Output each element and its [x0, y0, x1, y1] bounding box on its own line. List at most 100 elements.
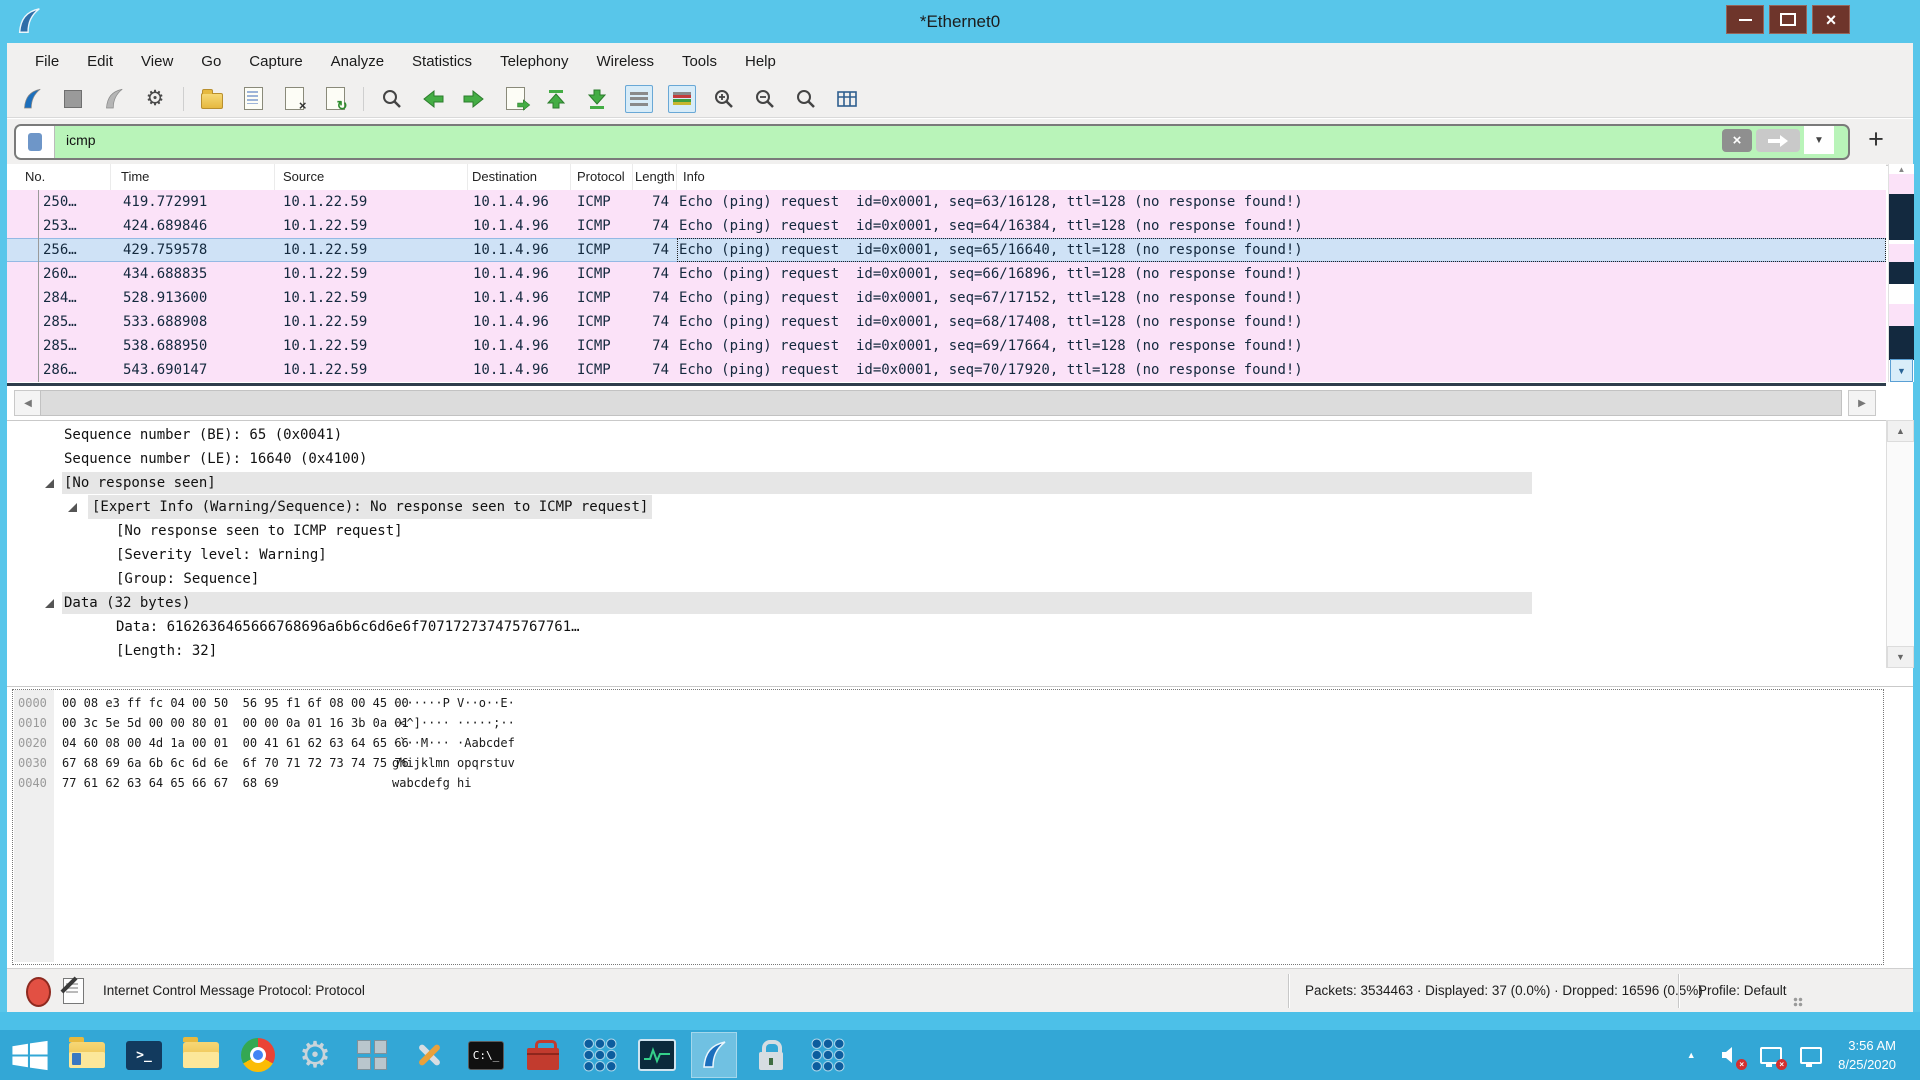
expert-info-icon[interactable]: [26, 977, 51, 1007]
colorize-packets-icon[interactable]: [668, 85, 696, 113]
previous-packet-icon[interactable]: [420, 86, 446, 112]
scroll-up-icon[interactable]: ▲: [1889, 165, 1914, 174]
zoom-out-icon[interactable]: [752, 86, 778, 112]
start-capture-icon[interactable]: [19, 86, 45, 112]
menu-statistics[interactable]: Statistics: [398, 43, 486, 80]
detail-line[interactable]: Sequence number (LE): 16640 (0x4100): [7, 447, 1886, 471]
scroll-down-icon[interactable]: ▼: [1890, 359, 1913, 382]
column-header-length[interactable]: Length: [633, 164, 677, 190]
add-filter-button[interactable]: +: [1859, 122, 1893, 156]
menu-view[interactable]: View: [127, 43, 187, 80]
column-header-source[interactable]: Source: [275, 164, 468, 190]
next-packet-icon[interactable]: [461, 86, 487, 112]
packet-list-scrollbar[interactable]: ▲ ▼: [1888, 164, 1914, 382]
packet-row[interactable]: 250…419.77299110.1.22.5910.1.4.96ICMP74E…: [7, 190, 1886, 214]
packet-row[interactable]: 285…538.68895010.1.22.5910.1.4.96ICMP74E…: [7, 334, 1886, 358]
taskbar-lock-app-icon[interactable]: [749, 1033, 793, 1077]
maximize-button[interactable]: [1769, 5, 1807, 34]
packet-row[interactable]: 256…429.75957810.1.22.5910.1.4.96ICMP74E…: [7, 238, 1886, 262]
restart-capture-icon[interactable]: [101, 86, 127, 112]
packet-row[interactable]: 285…533.68890810.1.22.5910.1.4.96ICMP74E…: [7, 310, 1886, 334]
expander-icon[interactable]: [45, 599, 54, 608]
column-header-time[interactable]: Time: [111, 164, 275, 190]
detail-line[interactable]: Data: 6162636465666768696a6b6c6d6e6f7071…: [7, 615, 1886, 639]
expander-icon[interactable]: [45, 479, 54, 488]
resize-columns-icon[interactable]: [834, 86, 860, 112]
stop-capture-icon[interactable]: [60, 86, 86, 112]
find-packet-icon[interactable]: [379, 86, 405, 112]
column-header-destination[interactable]: Destination: [468, 164, 571, 190]
close-button[interactable]: ×: [1812, 5, 1850, 34]
filter-bookmark-icon[interactable]: [16, 126, 55, 158]
taskbar-app-grid-2-icon[interactable]: [806, 1033, 850, 1077]
menu-edit[interactable]: Edit: [73, 43, 127, 80]
detail-line[interactable]: [Group: Sequence]: [7, 567, 1886, 591]
hex-row[interactable]: 000000 08 e3 ff fc 04 00 50 56 95 f1 6f …: [7, 693, 1913, 713]
show-hidden-icons-icon[interactable]: ▲: [1678, 1042, 1704, 1068]
filter-dropdown-icon[interactable]: ▼: [1804, 126, 1834, 154]
first-packet-icon[interactable]: [543, 86, 569, 112]
scroll-left-icon[interactable]: ◀: [14, 390, 42, 416]
detail-line[interactable]: [Expert Info (Warning/Sequence): No resp…: [7, 495, 1886, 519]
packet-row[interactable]: 253…424.68984610.1.22.5910.1.4.96ICMP74E…: [7, 214, 1886, 238]
auto-scroll-icon[interactable]: [625, 85, 653, 113]
taskbar-wireshark-icon[interactable]: [692, 1033, 736, 1077]
scroll-right-icon[interactable]: ▶: [1848, 390, 1876, 416]
open-file-icon[interactable]: [199, 86, 225, 112]
taskbar-settings-icon[interactable]: ⚙: [293, 1033, 337, 1077]
expander-icon[interactable]: [68, 503, 77, 512]
resize-grip[interactable]: [1793, 997, 1803, 1007]
filter-value[interactable]: icmp: [66, 126, 96, 154]
packet-row[interactable]: 284…528.91360010.1.22.5910.1.4.96ICMP74E…: [7, 286, 1886, 310]
packet-row[interactable]: 260…434.68883510.1.22.5910.1.4.96ICMP74E…: [7, 262, 1886, 286]
menu-capture[interactable]: Capture: [235, 43, 316, 80]
detail-line[interactable]: Sequence number (BE): 65 (0x0041): [7, 423, 1886, 447]
hex-row[interactable]: 003067 68 69 6a 6b 6c 6d 6e 6f 70 71 72 …: [7, 753, 1913, 773]
menu-file[interactable]: File: [21, 43, 73, 80]
taskbar-toolbox-icon[interactable]: [521, 1033, 565, 1077]
filter-clear-icon[interactable]: ×: [1722, 129, 1752, 152]
menu-analyze[interactable]: Analyze: [317, 43, 398, 80]
taskbar-chrome-icon[interactable]: [236, 1033, 280, 1077]
menu-wireless[interactable]: Wireless: [582, 43, 668, 80]
detail-line[interactable]: [Length: 32]: [7, 639, 1886, 663]
scroll-up-icon[interactable]: ▲: [1887, 420, 1914, 442]
reload-file-icon[interactable]: ↻: [322, 86, 348, 112]
menu-help[interactable]: Help: [731, 43, 790, 80]
display-icon[interactable]: [1798, 1042, 1824, 1068]
save-file-icon[interactable]: [240, 86, 266, 112]
status-profile[interactable]: Profile: Default: [1698, 969, 1787, 1013]
menu-tools[interactable]: Tools: [668, 43, 731, 80]
volume-muted-icon[interactable]: ×: [1718, 1042, 1744, 1068]
start-button[interactable]: [8, 1033, 52, 1077]
detail-line[interactable]: [No response seen]: [7, 471, 1886, 495]
network-disconnected-icon[interactable]: ×: [1758, 1042, 1784, 1068]
column-header-protocol[interactable]: Protocol: [571, 164, 633, 190]
taskbar-registry-editor-icon[interactable]: [350, 1033, 394, 1077]
hex-row[interactable]: 004077 61 62 63 64 65 66 67 68 69wabcdef…: [7, 773, 1913, 793]
taskbar-folder-icon[interactable]: [179, 1033, 223, 1077]
taskbar-powershell-icon[interactable]: >_: [122, 1033, 166, 1077]
detail-line[interactable]: Data (32 bytes): [7, 591, 1886, 615]
go-to-packet-icon[interactable]: [502, 86, 528, 112]
menu-go[interactable]: Go: [187, 43, 235, 80]
hex-row[interactable]: 001000 3c 5e 5d 00 00 80 01 00 00 0a 01 …: [7, 713, 1913, 733]
filter-apply-icon[interactable]: [1756, 129, 1800, 152]
close-file-icon[interactable]: ×: [281, 86, 307, 112]
hscroll-thumb[interactable]: [40, 390, 1842, 416]
taskbar-app-grid-icon[interactable]: [578, 1033, 622, 1077]
column-header-no[interactable]: No.: [7, 164, 111, 190]
hex-row[interactable]: 002004 60 08 00 4d 1a 00 01 00 41 61 62 …: [7, 733, 1913, 753]
last-packet-icon[interactable]: [584, 86, 610, 112]
packet-list-hscrollbar[interactable]: ◀ ▶: [7, 390, 1886, 415]
taskbar-command-prompt-icon[interactable]: C:\_: [464, 1033, 508, 1077]
capture-options-icon[interactable]: ⚙: [142, 86, 168, 112]
display-filter-input[interactable]: icmp × ▼: [14, 124, 1850, 160]
column-header-info[interactable]: Info: [677, 164, 1886, 190]
menu-telephony[interactable]: Telephony: [486, 43, 582, 80]
taskbar-admin-tools-icon[interactable]: [407, 1033, 451, 1077]
scroll-down-icon[interactable]: ▼: [1887, 646, 1914, 668]
packet-row[interactable]: 286…543.69014710.1.22.5910.1.4.96ICMP74E…: [7, 358, 1886, 382]
zoom-in-icon[interactable]: [711, 86, 737, 112]
capture-comment-icon[interactable]: [63, 978, 84, 1004]
